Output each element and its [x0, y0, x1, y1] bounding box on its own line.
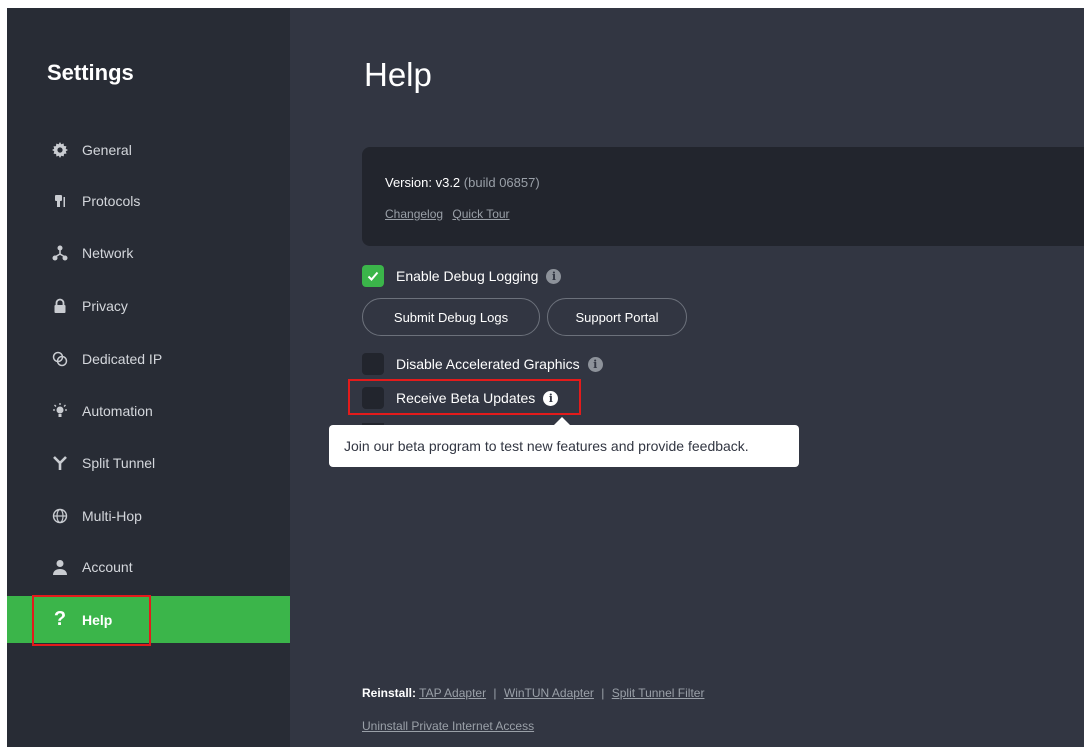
split-tunnel-icon [50, 453, 70, 473]
reinstall-row: Reinstall: TAP Adapter | WinTUN Adapter … [362, 686, 704, 700]
sidebar: Settings General Protocols Network Priva… [7, 8, 290, 747]
person-icon [50, 557, 70, 577]
network-icon [50, 243, 70, 263]
beta-updates-label: Receive Beta Updates [396, 390, 536, 406]
sidebar-item-multi-hop[interactable]: Multi-Hop [7, 493, 290, 539]
changelog-link[interactable]: Changelog [385, 207, 443, 221]
split-tunnel-filter-link[interactable]: Split Tunnel Filter [612, 686, 705, 700]
info-icon[interactable]: i [543, 390, 559, 406]
debug-logging-checkbox[interactable] [362, 265, 384, 287]
accelerated-graphics-label: Disable Accelerated Graphics [396, 356, 580, 372]
plug-icon [50, 191, 70, 211]
debug-logging-label: Enable Debug Logging [396, 268, 539, 284]
sidebar-item-help[interactable]: ? Help [7, 596, 290, 643]
sidebar-item-label: Network [82, 245, 134, 261]
sidebar-item-split-tunnel[interactable]: Split Tunnel [7, 440, 290, 486]
submit-debug-logs-button[interactable]: Submit Debug Logs [362, 298, 540, 336]
tap-adapter-link[interactable]: TAP Adapter [419, 686, 486, 700]
sidebar-item-label: General [82, 142, 132, 158]
gear-icon [50, 140, 70, 160]
app-window: Settings General Protocols Network Priva… [7, 8, 1084, 747]
question-icon: ? [53, 608, 67, 630]
version-build: (build 06857) [463, 175, 540, 190]
beta-updates-tooltip: Join our beta program to test new featur… [329, 425, 799, 467]
sidebar-item-network[interactable]: Network [7, 230, 290, 276]
beta-updates-option: Receive Beta Updates i [362, 387, 559, 409]
version-line: Version: v3.2 (build 06857) [385, 175, 540, 190]
sidebar-item-label: Automation [82, 403, 153, 419]
lightbulb-icon [50, 401, 70, 421]
beta-updates-checkbox[interactable] [362, 387, 384, 409]
separator: | [493, 686, 497, 700]
dedicated-ip-icon [50, 349, 70, 369]
sidebar-item-general[interactable]: General [7, 127, 290, 173]
version-card: Version: v3.2 (build 06857) Changelog Qu… [362, 147, 1084, 246]
lock-icon [50, 296, 70, 316]
uninstall-row: Uninstall Private Internet Access [362, 719, 534, 733]
version-links: Changelog Quick Tour [385, 207, 516, 221]
sidebar-item-protocols[interactable]: Protocols [7, 178, 290, 224]
sidebar-item-label: Multi-Hop [82, 508, 142, 524]
reinstall-label: Reinstall: [362, 686, 417, 700]
page-title: Help [364, 56, 432, 93]
version-number: Version: v3.2 [385, 175, 461, 190]
sidebar-item-label: Split Tunnel [82, 455, 156, 471]
sidebar-item-label: Dedicated IP [82, 351, 163, 367]
globe-icon [50, 506, 70, 526]
sidebar-item-dedicated-ip[interactable]: Dedicated IP [7, 336, 290, 382]
wintun-adapter-link[interactable]: WinTUN Adapter [504, 686, 594, 700]
uninstall-link[interactable]: Uninstall Private Internet Access [362, 719, 534, 733]
sidebar-title: Settings [47, 60, 134, 85]
info-icon[interactable]: i [587, 356, 603, 372]
sidebar-item-label: Privacy [82, 298, 128, 314]
debug-logging-option: Enable Debug Logging i [362, 265, 562, 287]
support-portal-button[interactable]: Support Portal [547, 298, 687, 336]
sidebar-item-account[interactable]: Account [7, 544, 290, 590]
sidebar-item-label: Help [82, 611, 113, 628]
quick-tour-link[interactable]: Quick Tour [452, 207, 509, 221]
separator: | [601, 686, 605, 700]
sidebar-item-privacy[interactable]: Privacy [7, 283, 290, 329]
sidebar-item-label: Protocols [82, 193, 141, 209]
info-icon[interactable]: i [546, 268, 562, 284]
checkmark-icon [367, 271, 379, 281]
sidebar-item-automation[interactable]: Automation [7, 388, 290, 434]
accelerated-graphics-checkbox[interactable] [362, 353, 384, 375]
sidebar-item-label: Account [82, 559, 133, 575]
accelerated-graphics-option: Disable Accelerated Graphics i [362, 353, 603, 375]
